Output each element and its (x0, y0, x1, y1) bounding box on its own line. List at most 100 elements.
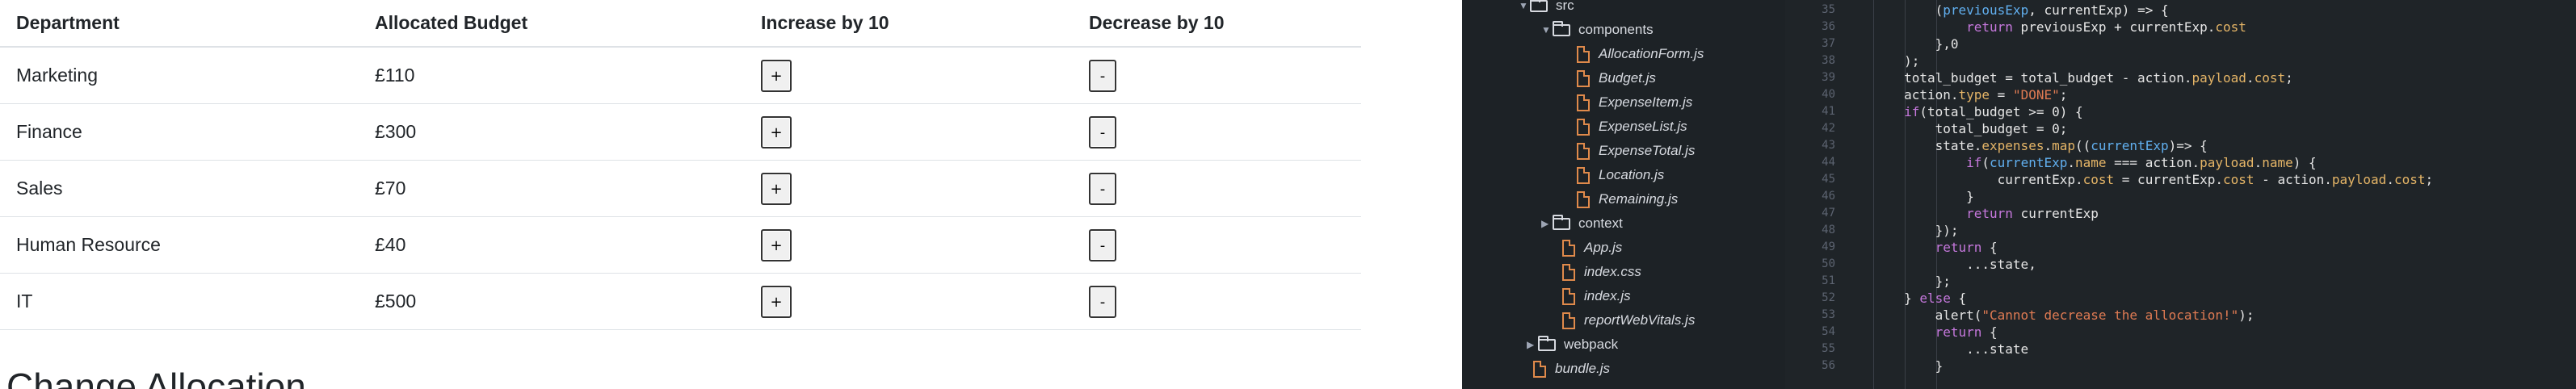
line-number: 46 (1822, 190, 1835, 203)
decrease-button[interactable]: - (1089, 59, 1116, 92)
department-cell: Marketing (0, 47, 359, 104)
code-line: }; (1842, 274, 1951, 289)
budget-cell: £110 (359, 47, 745, 104)
file-icon (1577, 69, 1590, 87)
line-number: 45 (1822, 173, 1835, 186)
tree-item-file[interactable]: AllocationForm.js (1577, 42, 1704, 66)
line-number: 39 (1822, 71, 1835, 84)
code-line: return { (1935, 324, 1998, 340)
code-line: (previousExp, currentExp) => { (1842, 2, 2169, 18)
budget-cell: £300 (359, 103, 745, 161)
code-line: ...state, (1842, 257, 2036, 272)
department-cell: Sales (0, 160, 359, 217)
code-line: ); (1842, 53, 1920, 69)
folder-icon (1538, 335, 1556, 351)
tree-item-components[interactable]: ▼ components (1541, 18, 1654, 42)
line-number: 55 (1822, 342, 1835, 355)
tree-item-file[interactable]: ExpenseTotal.js (1577, 139, 1695, 163)
code-line: currentExp.cost = currentExp.cost - acti… (1842, 172, 2434, 187)
code-line: action.type = "DONE"; (1842, 87, 2068, 102)
table-row: Sales £70 + - (0, 160, 1361, 217)
tree-item-file[interactable]: reportWebVitals.js (1562, 308, 1695, 333)
file-icon (1577, 45, 1590, 63)
line-number: 43 (1822, 139, 1835, 152)
chevron-down-icon: ▼ (1541, 24, 1551, 36)
department-cell: IT (0, 273, 359, 330)
increase-button[interactable]: + (761, 285, 792, 318)
file-icon (1533, 360, 1546, 378)
code-line: return { (1935, 240, 1998, 255)
tree-item-file[interactable]: Budget.js (1577, 66, 1656, 90)
tree-item-file[interactable]: Location.js (1577, 163, 1664, 187)
file-icon (1577, 142, 1590, 160)
code-line: if(currentExp.name === action.payload.na… (1966, 155, 2317, 170)
code-line: },0 (1842, 36, 1959, 52)
decrease-button[interactable]: - (1089, 228, 1116, 261)
increase-button[interactable]: + (761, 172, 792, 205)
tree-item-file[interactable]: index.js (1562, 284, 1631, 308)
file-icon (1562, 263, 1575, 281)
line-number: 47 (1822, 207, 1835, 220)
budget-cell: £40 (359, 216, 745, 274)
line-number: 52 (1822, 291, 1835, 304)
code-line: ...state (1842, 341, 2029, 357)
table-row: Finance £300 + - (0, 103, 1361, 161)
code-area[interactable]: (previousExp, currentExp) => { return pr… (1842, 0, 2576, 389)
decrease-button[interactable]: - (1089, 172, 1116, 205)
increase-button[interactable]: + (761, 115, 792, 148)
tree-item-file[interactable]: Remaining.js (1577, 187, 1678, 211)
line-number: 51 (1822, 274, 1835, 287)
header-department: Department (0, 0, 359, 48)
tree-item-src[interactable]: ▼ src (1519, 0, 1574, 18)
line-number: 53 (1822, 308, 1835, 321)
code-line: return previousExp + currentExp.cost (1966, 19, 2246, 35)
line-number: 35 (1822, 3, 1835, 16)
file-icon (1562, 239, 1575, 257)
table-row: Marketing £110 + - (0, 47, 1361, 104)
line-number: 49 (1822, 241, 1835, 253)
line-number: 41 (1822, 105, 1835, 118)
code-line: total_budget = total_budget - action.pay… (1842, 70, 2293, 86)
budget-cell: £500 (359, 273, 745, 330)
chevron-right-icon: ▶ (1527, 339, 1535, 350)
line-number: 36 (1822, 20, 1835, 33)
code-line: } (1842, 358, 1944, 374)
tree-item-file[interactable]: index.css (1562, 260, 1641, 284)
increase-button[interactable]: + (761, 228, 792, 261)
tree-item-file[interactable]: bundle.js (1533, 357, 1610, 381)
increase-button[interactable]: + (761, 59, 792, 92)
code-line: total_budget = 0; (1842, 121, 2068, 136)
file-icon (1577, 94, 1590, 111)
code-line: } (1842, 189, 1974, 204)
line-number: 54 (1822, 325, 1835, 338)
tree-item-file[interactable]: ExpenseList.js (1577, 115, 1687, 139)
table-row: Human Resource £40 + - (0, 216, 1361, 274)
department-cell: Finance (0, 103, 359, 161)
tree-item-file[interactable]: App.js (1562, 236, 1622, 260)
decrease-button[interactable]: - (1089, 115, 1116, 148)
line-number: 48 (1822, 224, 1835, 236)
code-line: if(total_budget >= 0) { (1904, 104, 2083, 119)
code-line: state.expenses.map((currentExp)=> { (1842, 138, 2208, 153)
file-icon (1577, 118, 1590, 136)
folder-icon (1530, 0, 1548, 12)
tree-item-webpack[interactable]: ▶ webpack (1527, 333, 1618, 357)
file-icon (1577, 166, 1590, 184)
code-line: return currentExp (1966, 206, 2099, 221)
code-editor: ▼ src ▼ components AllocationForm.js Budge… (1462, 0, 2576, 389)
decrease-button[interactable]: - (1089, 285, 1116, 318)
line-number: 50 (1822, 257, 1835, 270)
tree-item-file[interactable]: ExpenseItem.js (1577, 90, 1692, 115)
chevron-down-icon: ▼ (1519, 0, 1528, 11)
change-allocation-heading: Change Allocation (6, 366, 306, 389)
line-number: 44 (1822, 156, 1835, 169)
department-cell: Human Resource (0, 216, 359, 274)
header-increase: Increase by 10 (745, 0, 1073, 48)
line-number: 40 (1822, 88, 1835, 101)
folder-icon (1553, 214, 1570, 230)
file-tree: ▼ src ▼ components AllocationForm.js Budge… (1462, 0, 1786, 389)
tree-item-context[interactable]: ▶ context (1541, 211, 1623, 236)
file-icon (1577, 190, 1590, 208)
budget-cell: £70 (359, 160, 745, 217)
chevron-right-icon: ▶ (1541, 218, 1549, 229)
